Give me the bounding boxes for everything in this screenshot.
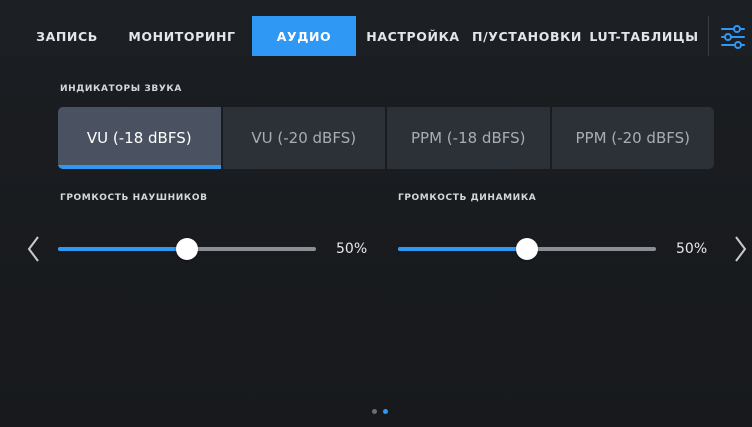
tab-divider bbox=[708, 16, 709, 56]
tab-setup[interactable]: НАСТРОЙКА bbox=[362, 16, 464, 56]
audio-meters-selector: VU (-18 dBFS) VU (-20 dBFS) PPM (-18 dBF… bbox=[58, 107, 714, 169]
tab-bar: ЗАПИСЬ МОНИТОРИНГ АУДИО НАСТРОЙКА П/УСТА… bbox=[0, 0, 752, 56]
tab-presets[interactable]: П/УСТАНОВКИ bbox=[468, 16, 586, 56]
chevron-left-icon bbox=[27, 236, 39, 262]
tab-audio[interactable]: АУДИО bbox=[252, 16, 356, 56]
prev-page-button[interactable] bbox=[24, 231, 44, 267]
audio-settings-screen: ЗАПИСЬ МОНИТОРИНГ АУДИО НАСТРОЙКА П/УСТА… bbox=[0, 0, 752, 427]
slider-knob[interactable] bbox=[176, 238, 198, 260]
headphones-volume-value: 50% bbox=[336, 241, 368, 257]
speaker-volume-value: 50% bbox=[676, 241, 708, 257]
page-dot bbox=[372, 409, 377, 414]
tab-monitoring[interactable]: МОНИТОРИНГ bbox=[118, 16, 246, 56]
slider-fill bbox=[58, 247, 187, 251]
chevron-right-icon bbox=[735, 236, 747, 262]
speaker-volume-label: ГРОМКОСТЬ ДИНАМИКА bbox=[398, 193, 537, 203]
speaker-volume-slider[interactable] bbox=[398, 237, 656, 261]
meter-option-vu-20[interactable]: VU (-20 dBFS) bbox=[222, 107, 385, 169]
headphones-volume-label: ГРОМКОСТЬ НАУШНИКОВ bbox=[60, 193, 208, 203]
headphones-volume-slider[interactable] bbox=[58, 237, 316, 261]
settings-button[interactable] bbox=[716, 20, 750, 54]
page-dot bbox=[383, 409, 388, 414]
sliders-icon bbox=[721, 25, 745, 49]
audio-meters-label: ИНДИКАТОРЫ ЗВУКА bbox=[60, 84, 182, 94]
meter-option-ppm-18[interactable]: PPM (-18 dBFS) bbox=[387, 107, 550, 169]
slider-fill bbox=[398, 247, 527, 251]
page-indicator bbox=[372, 409, 388, 414]
meter-option-vu-18[interactable]: VU (-18 dBFS) bbox=[58, 107, 221, 169]
slider-knob[interactable] bbox=[516, 238, 538, 260]
tab-record[interactable]: ЗАПИСЬ bbox=[22, 16, 112, 56]
meter-option-ppm-20[interactable]: PPM (-20 dBFS) bbox=[551, 107, 714, 169]
next-page-button[interactable] bbox=[730, 231, 750, 267]
tab-luts[interactable]: LUT-ТАБЛИЦЫ bbox=[588, 16, 700, 56]
